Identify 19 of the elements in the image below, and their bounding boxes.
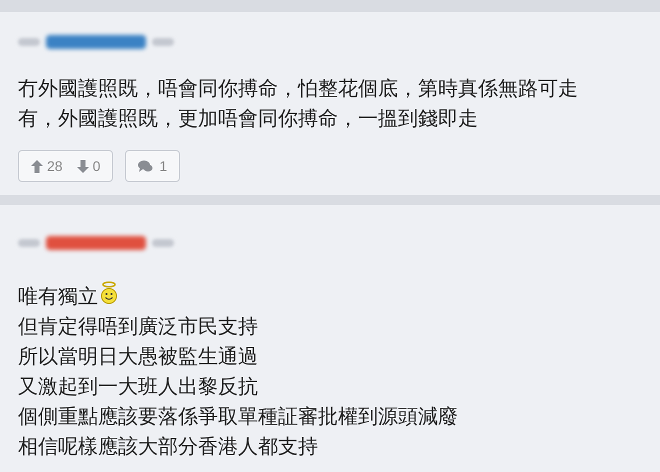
post-text-line: 相信呢樣應該大部分香港人都支持 — [18, 435, 319, 460]
halo-smiley-icon — [100, 281, 118, 305]
upvote-button[interactable]: 28 — [31, 156, 63, 176]
post-text-line: 但肯定得唔到廣泛市民支持 — [18, 315, 259, 340]
post-text-line: 有，外國護照既，更加唔會同你搏命，一搵到錢即走 — [18, 107, 479, 132]
post-text-line: 所以當明日大愚被監生通過 — [18, 345, 259, 370]
blurred-timestamp — [152, 239, 174, 247]
downvote-button[interactable]: 0 — [76, 156, 100, 176]
blurred-post-number — [18, 239, 40, 247]
reply-button[interactable]: 1 — [125, 150, 180, 182]
post-text-line: 又激起到一大班人出黎反抗 — [18, 375, 259, 400]
blurred-timestamp — [152, 38, 174, 46]
post-text-line: 個側重點應該要落係爭取單種証審批權到源頭減廢 — [18, 405, 459, 430]
speech-bubbles-icon — [138, 160, 154, 172]
post-text-line: 冇外國護照既，唔會同你搏命，怕整花個底，第時真係無路可走 — [18, 77, 579, 102]
post-text-line: 唯有獨立 — [18, 281, 642, 312]
up-arrow-icon — [31, 160, 43, 172]
blurred-post-number — [18, 38, 40, 46]
down-arrow-icon — [76, 160, 89, 172]
